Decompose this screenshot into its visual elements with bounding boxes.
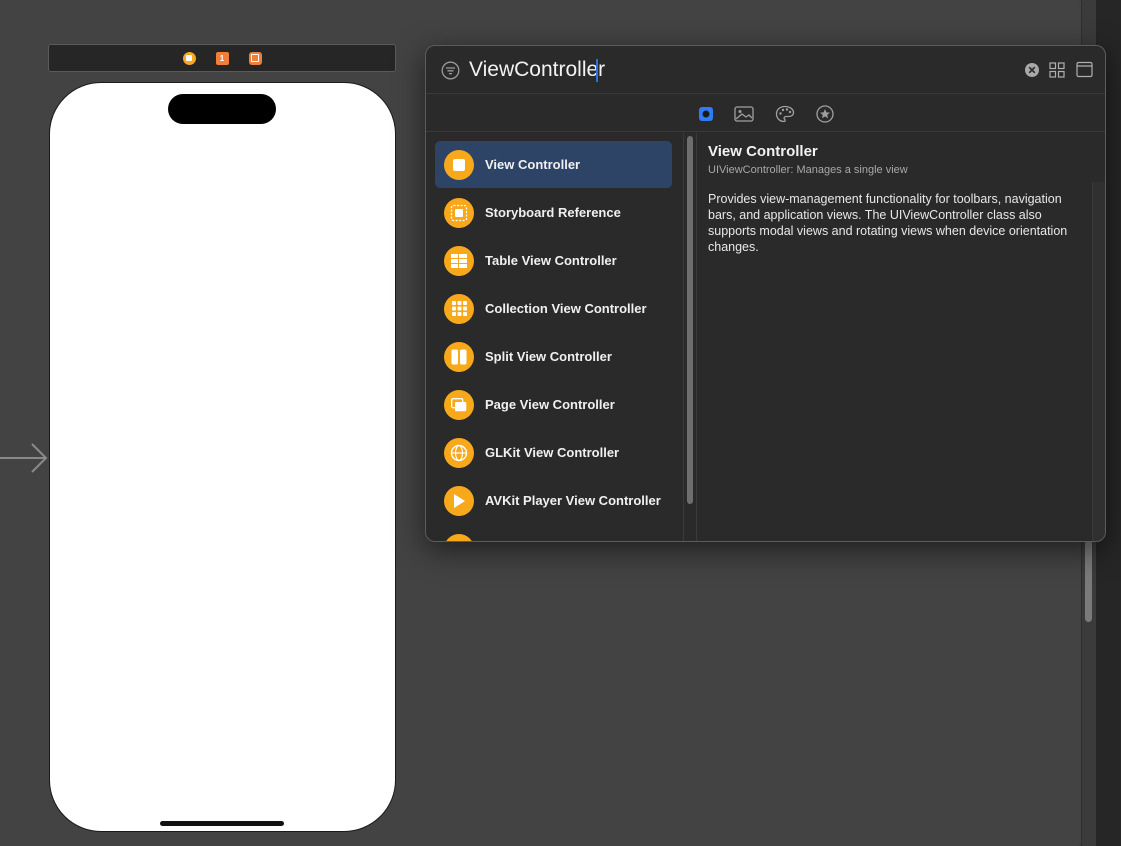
list-item-label: GLKit View Controller (485, 445, 620, 460)
list-item-label: Split View Controller (485, 349, 612, 364)
partial-item-icon (444, 533, 474, 541)
list-item-label: View Controller (485, 157, 581, 172)
canvas-scrollbar-thumb[interactable] (1085, 540, 1092, 622)
view-controller-icon (444, 149, 474, 180)
objects-icon (699, 107, 713, 121)
list-item[interactable]: View Controller (435, 141, 672, 188)
list-item-label: Table View Controller (485, 253, 617, 268)
star-icon (816, 105, 834, 123)
detail-description: Provides view-management functionality f… (708, 192, 1068, 254)
dynamic-island (168, 94, 276, 124)
home-indicator (160, 821, 284, 826)
palette-icon (775, 105, 795, 123)
tab-media[interactable] (734, 104, 754, 124)
list-item[interactable]: Collection View Controller (435, 285, 672, 332)
library-tabs (426, 94, 1105, 132)
panel-icon[interactable] (1076, 61, 1093, 78)
tab-snippets[interactable] (815, 104, 835, 124)
list-item[interactable] (435, 525, 672, 541)
object-library-popover: View Controller Storyboard Reference Tab… (425, 45, 1106, 542)
exit-icon[interactable] (248, 51, 262, 65)
table-view-icon (444, 245, 474, 276)
library-header (426, 46, 1105, 94)
library-search-input[interactable] (469, 55, 1009, 85)
list-scrollbar-thumb[interactable] (687, 136, 693, 504)
play-icon (444, 485, 474, 516)
item-detail-pane: View Controller UIViewController: Manage… (698, 133, 1092, 541)
detail-title: View Controller (708, 143, 818, 160)
list-item[interactable]: AVKit Player View Controller (435, 477, 672, 524)
list-item[interactable]: Storyboard Reference (435, 189, 672, 236)
list-item-label: Collection View Controller (485, 301, 647, 316)
list-item[interactable]: Page View Controller (435, 381, 672, 428)
list-item-label: Storyboard Reference (485, 205, 621, 220)
iphone-scene[interactable] (49, 82, 396, 832)
collection-view-icon (444, 293, 474, 324)
library-item-list[interactable]: View Controller Storyboard Reference Tab… (426, 133, 684, 541)
list-item[interactable]: GLKit View Controller (435, 429, 672, 476)
first-responder-icon[interactable]: 1 (215, 51, 229, 65)
photo-icon (734, 106, 754, 122)
detail-scrollbar-track[interactable] (1092, 182, 1105, 541)
tab-colors[interactable] (775, 104, 795, 124)
page-view-icon (444, 389, 474, 420)
scene-dock: 1 (48, 44, 396, 72)
view-controller-icon[interactable] (182, 51, 196, 65)
filter-icon[interactable] (441, 61, 460, 80)
clear-icon[interactable] (1024, 62, 1040, 78)
list-item-label: Page View Controller (485, 397, 615, 412)
tab-objects[interactable] (696, 104, 716, 124)
list-item[interactable]: Table View Controller (435, 237, 672, 284)
text-caret (596, 59, 598, 82)
list-item[interactable]: Split View Controller (435, 333, 672, 380)
split-view-icon (444, 341, 474, 372)
glkit-icon (444, 437, 474, 468)
detail-subtitle: UIViewController: Manages a single view (708, 164, 908, 176)
entry-point-arrow[interactable] (0, 440, 50, 476)
list-item-label: AVKit Player View Controller (485, 493, 661, 508)
grid-icon[interactable] (1049, 62, 1065, 78)
storyboard-reference-icon (444, 197, 474, 228)
